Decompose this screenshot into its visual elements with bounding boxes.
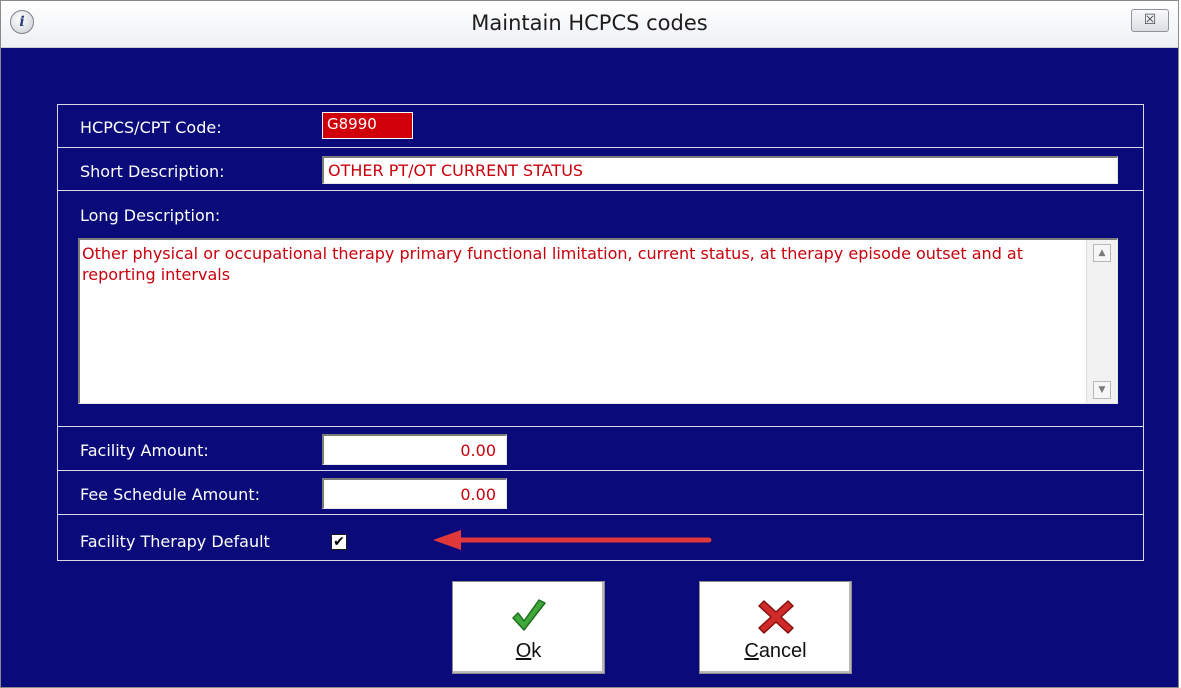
window-title: Maintain HCPCS codes [471,11,708,35]
annotation-arrow-icon [433,530,712,550]
long-description-label: Long Description: [80,206,221,225]
row-divider [58,147,1143,148]
code-label: HCPCS/CPT Code: [80,118,222,137]
long-description-text: Other physical or occupational therapy p… [82,244,1024,284]
close-icon: ☒ [1143,12,1157,28]
facility-therapy-default-label: Facility Therapy Default [80,532,270,551]
row-divider [58,470,1143,471]
facility-amount-label: Facility Amount: [80,441,209,460]
scroll-up-icon[interactable]: ▲ [1093,244,1111,262]
row-divider [58,514,1143,515]
cancel-button[interactable]: Cancel [699,581,852,674]
fee-schedule-amount-label: Fee Schedule Amount: [80,485,260,504]
form-panel: HCPCS/CPT Code: G8990 Short Description:… [57,104,1144,561]
title-bar: i Maintain HCPCS codes ☒ [1,1,1178,48]
dialog-window: i Maintain HCPCS codes ☒ HCPCS/CPT Code:… [0,0,1179,688]
ok-button-label: Ok [515,640,542,662]
facility-therapy-default-checkbox[interactable]: ✔ [331,534,347,550]
facility-amount-input[interactable]: 0.00 [322,434,507,465]
x-icon [758,600,794,634]
row-divider [58,426,1143,427]
short-description-input[interactable]: OTHER PT/OT CURRENT STATUS [322,156,1118,184]
close-button[interactable]: ☒ [1131,9,1169,32]
short-description-label: Short Description: [80,162,225,181]
cancel-button-label: Cancel [744,640,807,662]
long-description-textarea[interactable]: Other physical or occupational therapy p… [78,238,1118,404]
long-description-scrollbar[interactable]: ▲ ▼ [1086,240,1117,403]
row-divider [58,190,1143,191]
ok-button[interactable]: Ok [452,581,605,674]
checkmark-icon [512,599,546,631]
scroll-down-icon[interactable]: ▼ [1093,381,1111,399]
fee-schedule-amount-input[interactable]: 0.00 [322,478,507,509]
code-input[interactable]: G8990 [322,112,413,139]
